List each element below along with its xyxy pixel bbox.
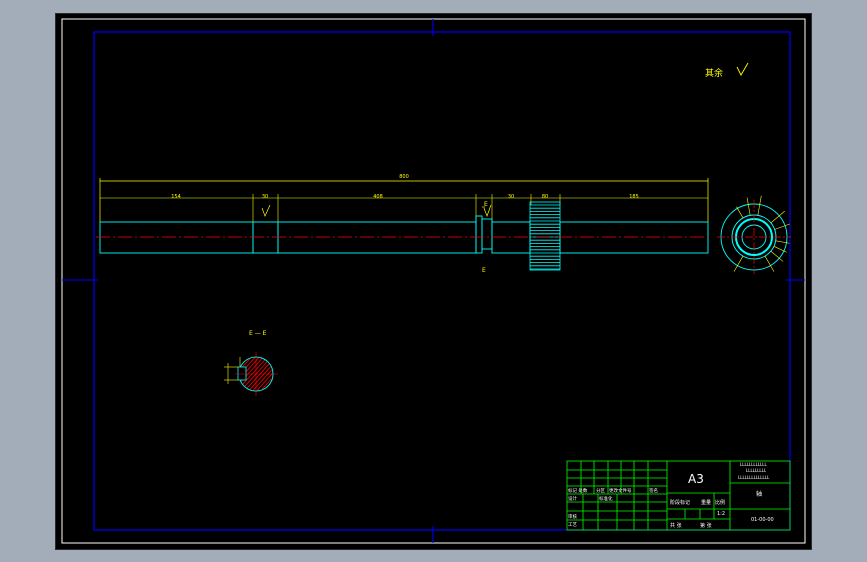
gear-teeth: [529, 201, 561, 271]
overall-dimension: [99, 178, 709, 222]
section-view-title: E — E: [249, 330, 267, 337]
section-mark-bottom: E: [482, 267, 486, 274]
centering-marks: [62, 19, 805, 543]
label-design: 设计: [568, 495, 577, 502]
label-mark: 标记 处数: [568, 487, 588, 494]
label-sheet-number: 第 张: [700, 522, 712, 529]
dim-label-5: 80: [542, 194, 548, 200]
sheet-size: A3: [688, 472, 704, 486]
drawing-border: [93, 31, 791, 531]
surface-note-text: 其余: [705, 67, 723, 79]
sheet-frame: [61, 18, 806, 544]
part-name: 轴: [756, 490, 762, 498]
engineering-drawing: 其余 800 154 30 408 30 80 185 E E E — E A3…: [61, 18, 806, 544]
label-review: 审核: [568, 513, 577, 520]
company-line-2: LLLLLLLLL: [746, 468, 767, 473]
label-sheet-total: 共 张: [670, 522, 682, 529]
label-process: 工艺: [568, 522, 577, 528]
drawing-number: 01-00-00: [751, 517, 774, 523]
section-view: [224, 352, 278, 396]
overall-length-label: 800: [399, 174, 409, 180]
company-line-3: LLLLLLLLLLLLLL: [738, 475, 770, 480]
section-mark-top: E: [484, 201, 488, 208]
label-weight: 重量: [701, 499, 711, 506]
dim-label-2: 30: [262, 194, 268, 200]
label-signature: 签名: [649, 487, 658, 494]
scale-value: 1:2: [717, 511, 725, 517]
company-line-1: LLLLLLLLLLLL: [740, 462, 768, 467]
dim-label-3: 408: [373, 194, 383, 200]
gear-end-view: [717, 195, 791, 274]
label-standardize: 标准化: [599, 495, 613, 502]
label-stage-mark: 阶段标记: [670, 499, 690, 506]
label-scale: 比例: [715, 499, 725, 506]
dim-label-1: 154: [171, 194, 181, 200]
dim-label-4: 30: [508, 194, 514, 200]
keyway-marks: [261, 204, 492, 218]
label-change-doc: 更改文件号: [609, 487, 632, 494]
label-division: 分区: [596, 487, 605, 494]
roughness-symbol: [736, 62, 749, 76]
shaft-body: [99, 215, 709, 254]
dim-label-6: 185: [629, 194, 639, 200]
surface-finish-note: 其余: [705, 62, 749, 79]
segment-dimensions: [100, 194, 708, 222]
